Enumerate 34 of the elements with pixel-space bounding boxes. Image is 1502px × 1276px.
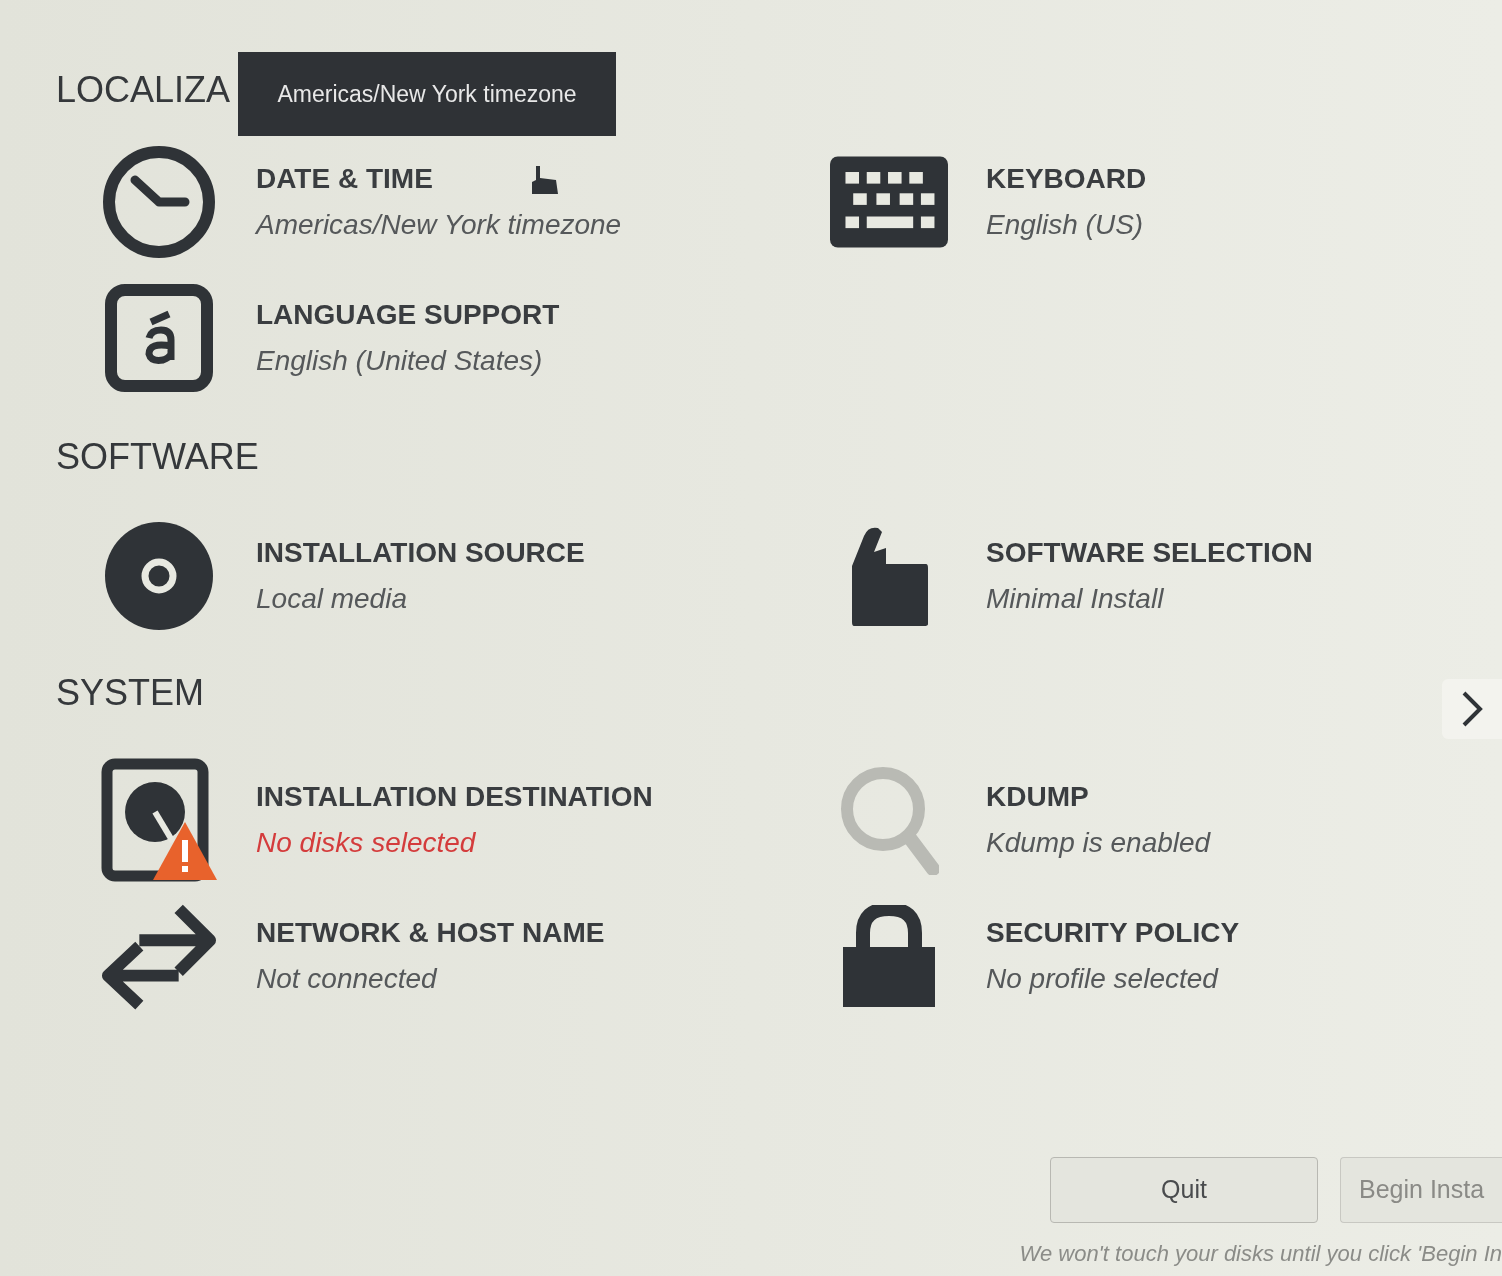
disc-icon (105, 522, 213, 630)
spoke-title[interactable]: DATE & TIME (256, 158, 622, 200)
spoke-status: Americas/New York timezone (256, 208, 622, 242)
next-button[interactable] (1442, 679, 1502, 739)
chevron-right-icon (1460, 690, 1484, 728)
spoke-title[interactable]: SOFTWARE SELECTION (986, 532, 1313, 574)
quit-button[interactable]: Quit (1050, 1157, 1318, 1223)
spoke-title[interactable]: SECURITY POLICY (986, 912, 1240, 954)
package-icon (850, 526, 928, 626)
spoke-status: No profile selected (986, 962, 1220, 996)
spoke-status: Kdump is enabled (986, 826, 1211, 860)
spoke-status: Local media (256, 582, 408, 616)
spoke-title[interactable]: KDUMP (986, 776, 1211, 818)
clock-icon (101, 144, 217, 260)
tooltip: Americas/New York timezone (238, 52, 616, 136)
section-heading: LOCALIZA (56, 68, 231, 112)
spoke-status: English (US) (986, 208, 1145, 242)
section-heading: SOFTWARE (56, 435, 259, 479)
spoke-status: English (United States) (256, 344, 544, 378)
spoke-title[interactable]: LANGUAGE SUPPORT (256, 294, 560, 336)
spoke-title[interactable]: INSTALLATION SOURCE (256, 532, 585, 574)
keyboard-icon (830, 155, 948, 249)
disk-notice-text: We won't touch your disks until you click 'Begin In (1019, 1240, 1502, 1268)
spoke-status: Not connected (256, 962, 439, 996)
spoke-title[interactable]: NETWORK & HOST NAME (256, 912, 605, 954)
section-heading: SYSTEM (56, 671, 205, 715)
spoke-status: Minimal Install (986, 582, 1165, 616)
spoke-status: No disks selected (256, 826, 477, 860)
spoke-title[interactable]: INSTALLATION DESTINATION (256, 776, 653, 818)
disk-warning-icon (101, 758, 217, 882)
lock-icon (843, 905, 935, 1007)
language-icon (105, 284, 213, 392)
spoke-title[interactable]: KEYBOARD (986, 158, 1147, 200)
magnifier-icon (839, 765, 939, 875)
